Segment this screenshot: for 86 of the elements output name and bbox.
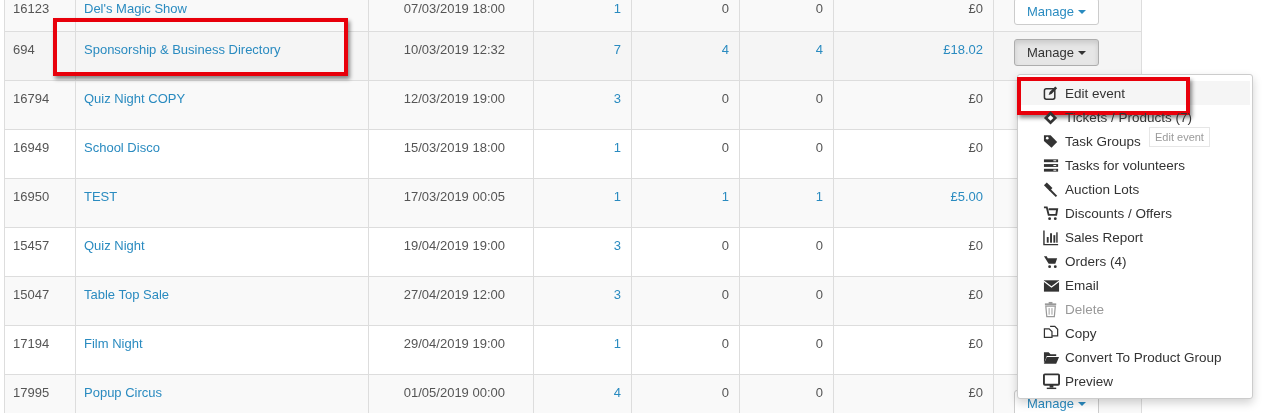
amount-value: £0 [968, 1, 983, 16]
event-id: 15047 [13, 287, 50, 302]
event-name-link[interactable]: TEST [84, 189, 118, 204]
menu-item[interactable]: Sales Report [1018, 225, 1150, 249]
event-name-link[interactable]: School Disco [84, 140, 160, 155]
amount-link[interactable]: £18.02 [943, 42, 983, 57]
count-value: 0 [721, 91, 729, 106]
count-value: 0 [815, 287, 823, 302]
edit-icon [1043, 84, 1060, 102]
event-date: 12/03/2019 19:00 [403, 91, 505, 106]
count-value: 0 [721, 287, 729, 302]
event-name-link[interactable]: Popup Circus [84, 385, 163, 400]
event-date: 07/03/2019 18:00 [403, 1, 505, 16]
event-id: 15457 [13, 238, 50, 253]
event-name-link[interactable]: Quiz Night COPY [84, 91, 186, 106]
event-date: 10/03/2019 12:32 [403, 42, 505, 57]
menu-item[interactable]: Auction Lots [1018, 177, 1146, 201]
menu-item[interactable]: Task Groups [1018, 129, 1147, 153]
event-name-link[interactable]: Film Night [84, 336, 143, 351]
count-value: 0 [815, 238, 823, 253]
caret-icon [1078, 50, 1086, 55]
count-value: 0 [721, 336, 729, 351]
event-id: 16123 [13, 1, 50, 16]
amount-value: £0 [968, 336, 983, 351]
event-date: 27/04/2019 12:00 [403, 287, 505, 302]
caret-icon [1078, 9, 1086, 14]
amount-value: £0 [968, 385, 983, 400]
count-value: 0 [721, 1, 729, 16]
count-value: 0 [815, 91, 823, 106]
event-name-link[interactable]: Sponsorship & Business Directory [84, 42, 281, 57]
manage-button[interactable]: Manage [1014, 0, 1099, 25]
count-link[interactable]: 7 [613, 42, 621, 57]
ticket-icon [1043, 108, 1060, 126]
event-id: 17194 [13, 336, 50, 351]
count-link[interactable]: 4 [721, 42, 729, 57]
count-value: 0 [815, 385, 823, 400]
amount-value: £0 [968, 287, 983, 302]
menu-item[interactable]: Email [1018, 273, 1105, 297]
event-id: 16950 [13, 189, 50, 204]
count-link[interactable]: 1 [613, 189, 621, 204]
count-link[interactable]: 3 [613, 287, 621, 302]
event-id: 16949 [13, 140, 50, 155]
event-date: 29/04/2019 19:00 [403, 336, 505, 351]
cart-icon [1043, 204, 1060, 222]
count-link[interactable]: 1 [815, 189, 823, 204]
count-link[interactable]: 3 [613, 91, 621, 106]
event-date: 01/05/2019 00:00 [403, 385, 505, 400]
list-icon [1043, 156, 1060, 174]
event-name-link[interactable]: Table Top Sale [84, 287, 170, 302]
menu-item[interactable]: Discounts / Offers [1018, 201, 1179, 225]
count-link[interactable]: 1 [613, 140, 621, 155]
event-date: 15/03/2019 18:00 [403, 140, 505, 155]
amount-value: £0 [968, 91, 983, 106]
count-link[interactable]: 4 [815, 42, 823, 57]
count-value: 0 [721, 238, 729, 253]
count-value: 0 [721, 140, 729, 155]
event-name-link[interactable]: Del's Magic Show [84, 1, 187, 16]
amount-value: £0 [968, 140, 983, 155]
event-date: 19/04/2019 19:00 [403, 238, 505, 253]
count-value: 0 [721, 385, 729, 400]
menu-item[interactable]: Tasks for volunteers [1018, 153, 1192, 177]
event-id: 694 [13, 42, 35, 57]
bar-chart-icon [1043, 228, 1060, 246]
tag-icon [1043, 132, 1060, 150]
count-value: 0 [815, 336, 823, 351]
count-link[interactable]: 1 [613, 1, 621, 16]
amount-value: £0 [968, 238, 983, 253]
count-value: 0 [815, 1, 823, 16]
count-value: 0 [815, 140, 823, 155]
manage-button[interactable]: Manage [1014, 39, 1099, 66]
tooltip: Edit event [1149, 127, 1210, 147]
count-link[interactable]: 4 [613, 385, 621, 400]
menu-item[interactable]: Orders (4) [1018, 249, 1133, 273]
count-link[interactable]: 1 [613, 336, 621, 351]
menu-item[interactable]: Copy [1018, 321, 1103, 345]
monitor-icon [1043, 372, 1060, 390]
event-id: 17995 [13, 385, 50, 400]
menu-item[interactable]: Edit event [1020, 81, 1250, 105]
count-link[interactable]: 1 [721, 189, 729, 204]
menu-item[interactable]: Preview [1018, 369, 1119, 393]
event-id: 16794 [13, 91, 50, 106]
count-link[interactable]: 3 [613, 238, 621, 253]
amount-link[interactable]: £5.00 [950, 189, 983, 204]
event-date: 17/03/2019 00:05 [403, 189, 505, 204]
menu-item[interactable]: Convert To Product Group [1018, 345, 1228, 369]
event-name-link[interactable]: Quiz Night [84, 238, 145, 253]
